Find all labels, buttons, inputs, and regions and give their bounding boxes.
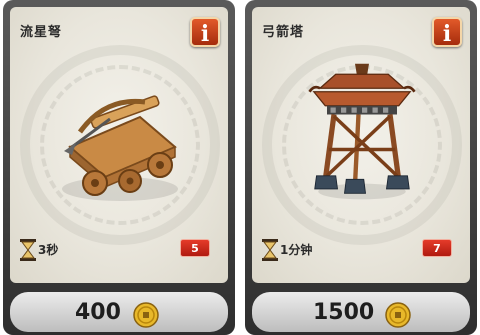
info-button[interactable]: i	[432, 17, 462, 47]
hourglass-icon	[262, 239, 278, 261]
card-panel: 流星弩 i 3秒 5	[10, 7, 228, 283]
unit-name: 弓箭塔	[262, 25, 305, 40]
gold-coin-icon	[133, 302, 159, 328]
ballista-icon	[62, 95, 178, 201]
hourglass-icon	[20, 239, 36, 261]
unit-card-ballista[interactable]: 流星弩 i 3秒 5 400	[3, 0, 235, 335]
unit-card-archer-tower[interactable]: 弓箭塔 i 1分钟 7 1500	[245, 0, 477, 335]
card-panel: 弓箭塔 i 1分钟 7	[252, 7, 470, 283]
price-value: 1500	[313, 300, 375, 325]
level-badge: 7	[422, 239, 452, 257]
build-time: 3秒	[38, 243, 59, 257]
info-button[interactable]: i	[190, 17, 220, 47]
archer-tower-icon	[308, 63, 416, 200]
level-badge: 5	[180, 239, 210, 257]
price-value: 400	[75, 300, 121, 325]
build-time: 1分钟	[280, 243, 313, 257]
unit-name: 流星弩	[20, 25, 63, 40]
gold-coin-icon	[385, 302, 411, 328]
